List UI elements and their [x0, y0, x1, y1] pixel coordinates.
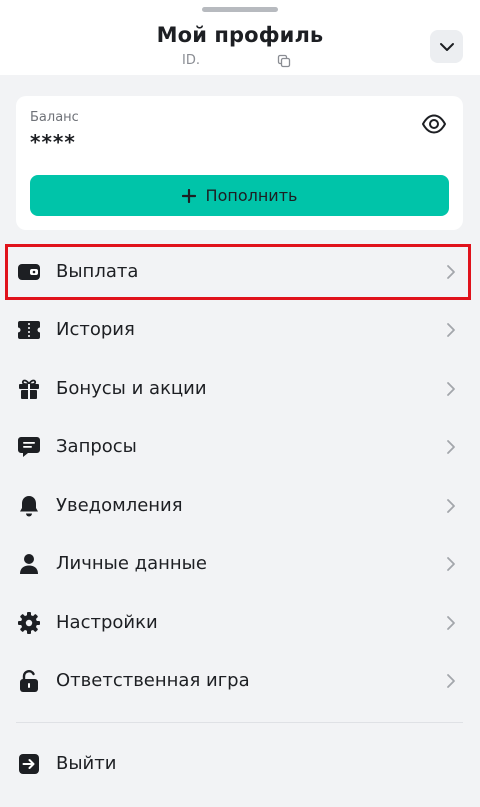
menu-item-label: Настройки	[56, 612, 158, 633]
menu-item-label: История	[56, 319, 135, 340]
menu-item-label: Бонусы и акции	[56, 378, 207, 399]
menu-item-label: Личные данные	[56, 553, 207, 574]
balance-value: ****	[30, 130, 76, 154]
menu-item-responsible-gaming[interactable]: Ответственная игра	[0, 653, 480, 709]
chevron-right-icon	[447, 323, 455, 337]
lock-open-icon	[20, 670, 38, 692]
chat-icon	[18, 437, 40, 457]
bell-icon	[20, 496, 38, 517]
menu-item-label: Запросы	[56, 436, 137, 457]
gear-icon	[18, 612, 40, 634]
user-id-label: ID.	[182, 53, 200, 68]
menu-item-label: Уведомления	[56, 495, 183, 516]
chevron-right-icon	[447, 440, 455, 454]
topup-button[interactable]: Пополнить	[30, 175, 449, 216]
balance-label: Баланс	[30, 110, 79, 125]
menu-item-label: Ответственная игра	[56, 670, 250, 691]
logout-button[interactable]: Выйти	[0, 736, 480, 792]
selection-highlight	[5, 244, 471, 300]
menu-item-bonuses[interactable]: Бонусы и акции	[0, 361, 480, 417]
logout-label: Выйти	[56, 753, 117, 774]
page-title: Мой профиль	[156, 23, 324, 47]
menu-item-notifications[interactable]: Уведомления	[0, 478, 480, 534]
user-icon	[20, 554, 38, 574]
menu-item-personal-data[interactable]: Личные данные	[0, 536, 480, 592]
chevron-right-icon	[447, 499, 455, 513]
menu-item-history[interactable]: История	[0, 302, 480, 358]
balance-card: Баланс **** Пополнить	[16, 96, 463, 230]
chevron-right-icon	[447, 674, 455, 688]
menu-item-requests[interactable]: Запросы	[0, 419, 480, 475]
collapse-button[interactable]	[430, 30, 463, 63]
eye-icon[interactable]	[421, 111, 447, 137]
chevron-down-icon	[439, 42, 454, 51]
gift-icon	[19, 379, 39, 399]
drag-handle[interactable]	[202, 7, 278, 12]
chevron-right-icon	[447, 382, 455, 396]
logout-icon	[19, 754, 39, 774]
menu-item-settings[interactable]: Настройки	[0, 595, 480, 651]
menu-divider	[16, 722, 463, 723]
chevron-right-icon	[447, 616, 455, 630]
chevron-right-icon	[447, 557, 455, 571]
profile-header: Мой профиль ID.	[0, 0, 480, 75]
ticket-icon	[18, 321, 40, 339]
plus-icon	[181, 188, 196, 203]
topup-label: Пополнить	[205, 186, 298, 205]
copy-icon[interactable]	[277, 54, 291, 68]
